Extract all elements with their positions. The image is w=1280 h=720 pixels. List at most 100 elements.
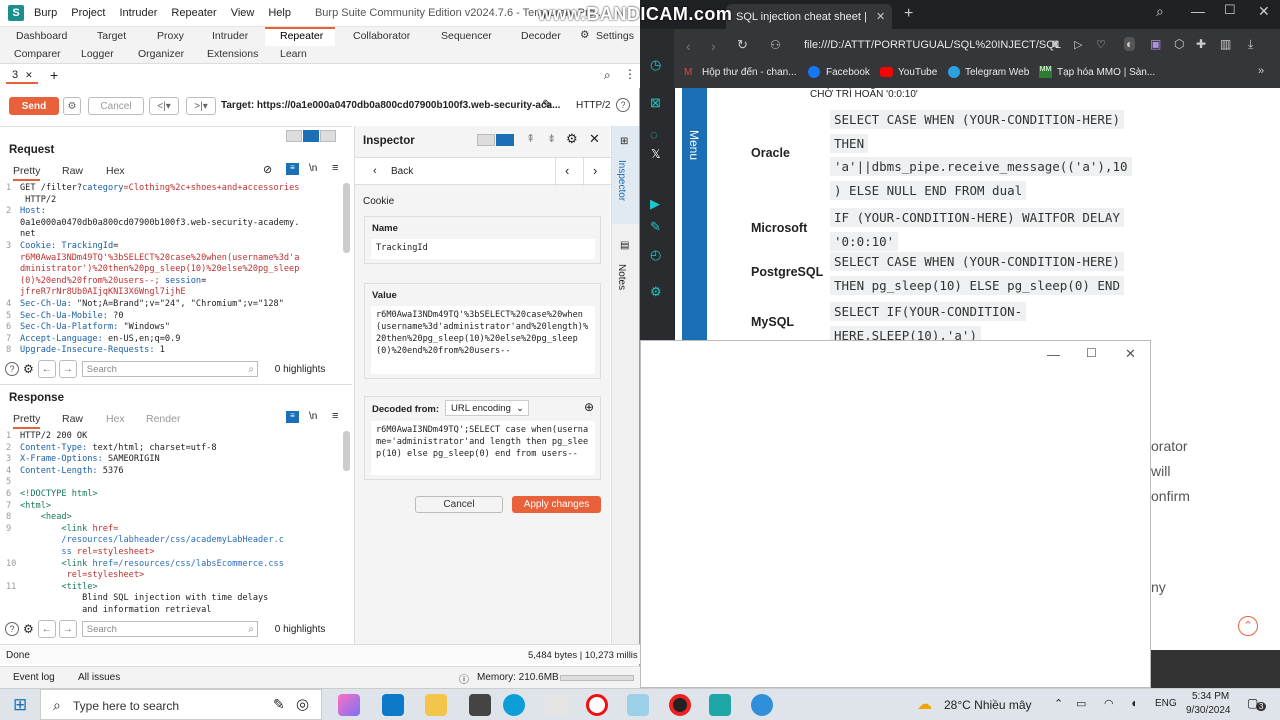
minimize-icon[interactable]: — <box>1047 347 1060 362</box>
all-issues-link[interactable]: All issues <box>78 672 120 683</box>
sidebar-icon[interactable]: ▥ <box>1220 37 1231 51</box>
apply-changes-button[interactable]: Apply changes <box>512 496 601 513</box>
value-field[interactable]: r6M0AwaI3NDm49TQ'%3bSELECT%20case%20when… <box>371 306 595 374</box>
tab-repeater-active[interactable]: Repeater <box>265 27 335 46</box>
play-icon[interactable]: ▷ <box>1074 38 1082 51</box>
browser-tab[interactable]: SQL injection cheat sheet | ✕ <box>726 4 892 29</box>
reload-icon[interactable]: ↻ <box>737 37 748 53</box>
app-icon[interactable] <box>627 694 649 716</box>
taskbar-search[interactable]: ⌕ Type here to search ✎ ◎ <box>40 689 322 720</box>
forward-icon[interactable]: › <box>711 38 716 54</box>
clock-icon[interactable]: ◴ <box>650 247 661 263</box>
app-icon[interactable] <box>545 694 567 716</box>
network-icon[interactable]: ▭ <box>1076 697 1086 710</box>
side-tab-inspector[interactable]: ⊞ Inspector <box>612 126 639 224</box>
windows-start-icon[interactable]: ⊞ <box>13 695 27 715</box>
tab-logger[interactable]: Logger <box>81 48 114 60</box>
back-link[interactable]: Back <box>391 166 413 177</box>
wrap-icon[interactable]: ≡ <box>286 163 299 175</box>
weather-text[interactable]: 28°C Nhiều mây <box>944 698 1032 712</box>
request-editor[interactable]: 1 GET /filter?category=Clothing%2c+shoes+… <box>6 183 341 355</box>
settings-gear-icon[interactable]: ⚙ <box>63 97 81 115</box>
bookmark-youtube[interactable]: YouTube <box>898 67 937 78</box>
back-icon[interactable]: ‹ <box>373 165 377 177</box>
clock-time[interactable]: 5:34 PM <box>1192 691 1229 702</box>
close-icon[interactable]: ✕ <box>589 131 600 147</box>
play-circle-icon[interactable]: ▶ <box>650 196 660 212</box>
name-field[interactable]: TrackingId <box>371 239 595 259</box>
bag-icon[interactable]: ⊠ <box>650 95 661 111</box>
gear-icon[interactable]: ⚙ <box>566 131 578 147</box>
menu-repeater[interactable]: Repeater <box>171 7 216 19</box>
scrollbar[interactable] <box>343 431 350 471</box>
newline-icon[interactable]: \n <box>309 163 317 174</box>
address-bar[interactable]: file:///D:/ATTT/PORRTUGUAL/SQL%20INJECT/… <box>804 39 1061 51</box>
req-tab-raw[interactable]: Raw <box>62 165 83 177</box>
edge-icon[interactable] <box>503 694 525 716</box>
hide-icon[interactable]: ⊘ <box>263 163 272 176</box>
help-icon[interactable]: ? <box>616 98 630 112</box>
store-icon[interactable] <box>469 694 491 716</box>
menu-intruder[interactable]: Intruder <box>120 7 158 19</box>
next-icon[interactable]: › <box>593 163 597 178</box>
settings-icon[interactable]: ⚙ <box>23 622 34 636</box>
newline-icon[interactable]: \n <box>309 411 317 422</box>
gear-icon[interactable]: ⚙ <box>580 29 589 41</box>
extension-icon[interactable]: ◐ <box>1124 37 1136 51</box>
edit-icon[interactable]: ✎ <box>542 97 553 113</box>
tab-learn[interactable]: Learn <box>280 48 307 60</box>
tab-comparer[interactable]: Comparer <box>14 48 61 60</box>
bookmark-telegram[interactable]: Telegram Web <box>965 67 1029 78</box>
add-icon[interactable]: ⊕ <box>584 400 594 414</box>
send-button[interactable]: Send <box>9 97 59 115</box>
resp-tab-hex[interactable]: Hex <box>106 413 125 425</box>
tab-decoder[interactable]: Decoder <box>521 30 561 42</box>
http-version[interactable]: HTTP/2 <box>576 100 610 111</box>
settings-icon[interactable]: ⚙ <box>23 362 34 376</box>
tab-settings[interactable]: Settings <box>596 30 634 42</box>
tab-repeater[interactable]: Repeater <box>280 30 323 42</box>
next-icon[interactable]: → <box>58 620 77 638</box>
close-tab-icon[interactable]: ✕ <box>876 10 885 23</box>
bookmark-mmo[interactable]: Tạp hóa MMO | Sàn... <box>1057 67 1155 78</box>
decoding-select[interactable]: URL encoding ⌄ <box>445 400 529 416</box>
page-info-icon[interactable]: ⚇ <box>770 38 781 52</box>
tab-sequencer[interactable]: Sequencer <box>441 30 492 42</box>
heart-icon[interactable]: ♡ <box>1096 38 1106 51</box>
side-tab-notes[interactable]: ▤ Notes <box>612 234 639 304</box>
search-icon[interactable]: ⌕ <box>604 68 611 83</box>
back-nav-button[interactable]: <|▾ <box>149 97 179 115</box>
search-input[interactable]: Search ⌕ <box>81 621 258 637</box>
puzzle-icon[interactable]: ✚ <box>1196 37 1206 51</box>
help-icon[interactable]: ? <box>5 362 19 376</box>
page-menu-bar[interactable]: Menu <box>682 88 707 340</box>
event-log-link[interactable]: Event log <box>13 672 55 683</box>
opera-icon[interactable] <box>586 694 608 716</box>
close-icon[interactable]: ✕ <box>1125 346 1136 362</box>
maximize-icon[interactable]: ☐ <box>1224 2 1236 18</box>
tab-target[interactable]: Target <box>97 30 126 42</box>
bandicam-icon[interactable] <box>669 694 691 716</box>
scrollbar[interactable] <box>343 183 350 253</box>
forward-nav-button[interactable]: >|▾ <box>186 97 216 115</box>
resp-tab-raw[interactable]: Raw <box>62 413 83 425</box>
bookmark-facebook[interactable]: Facebook <box>826 67 870 78</box>
req-tab-hex[interactable]: Hex <box>106 165 125 177</box>
prev-icon[interactable]: ‹ <box>565 163 569 178</box>
clock-date[interactable]: 9/30/2024 <box>1186 705 1231 716</box>
cube-icon[interactable]: ⬡ <box>1174 37 1184 51</box>
copilot-icon[interactable] <box>338 694 360 716</box>
new-tab-icon[interactable]: + <box>904 5 913 23</box>
maximize-icon[interactable]: ☐ <box>1086 346 1097 360</box>
tab-organizer[interactable]: Organizer <box>138 48 184 60</box>
chevron-up-icon[interactable]: ⌃ <box>1054 697 1063 710</box>
wrap-icon[interactable]: ≡ <box>286 411 299 423</box>
search-icon[interactable]: ⌕ <box>1156 3 1164 20</box>
burp-icon[interactable] <box>709 694 731 716</box>
layout-toggle[interactable] <box>286 129 336 143</box>
x-icon[interactable]: 𝕏 <box>651 147 661 161</box>
minimize-icon[interactable]: — <box>1191 3 1205 19</box>
collapse-icon[interactable]: ⇟ <box>547 132 556 145</box>
app-icon[interactable] <box>382 694 404 716</box>
tab-intruder[interactable]: Intruder <box>212 30 248 42</box>
